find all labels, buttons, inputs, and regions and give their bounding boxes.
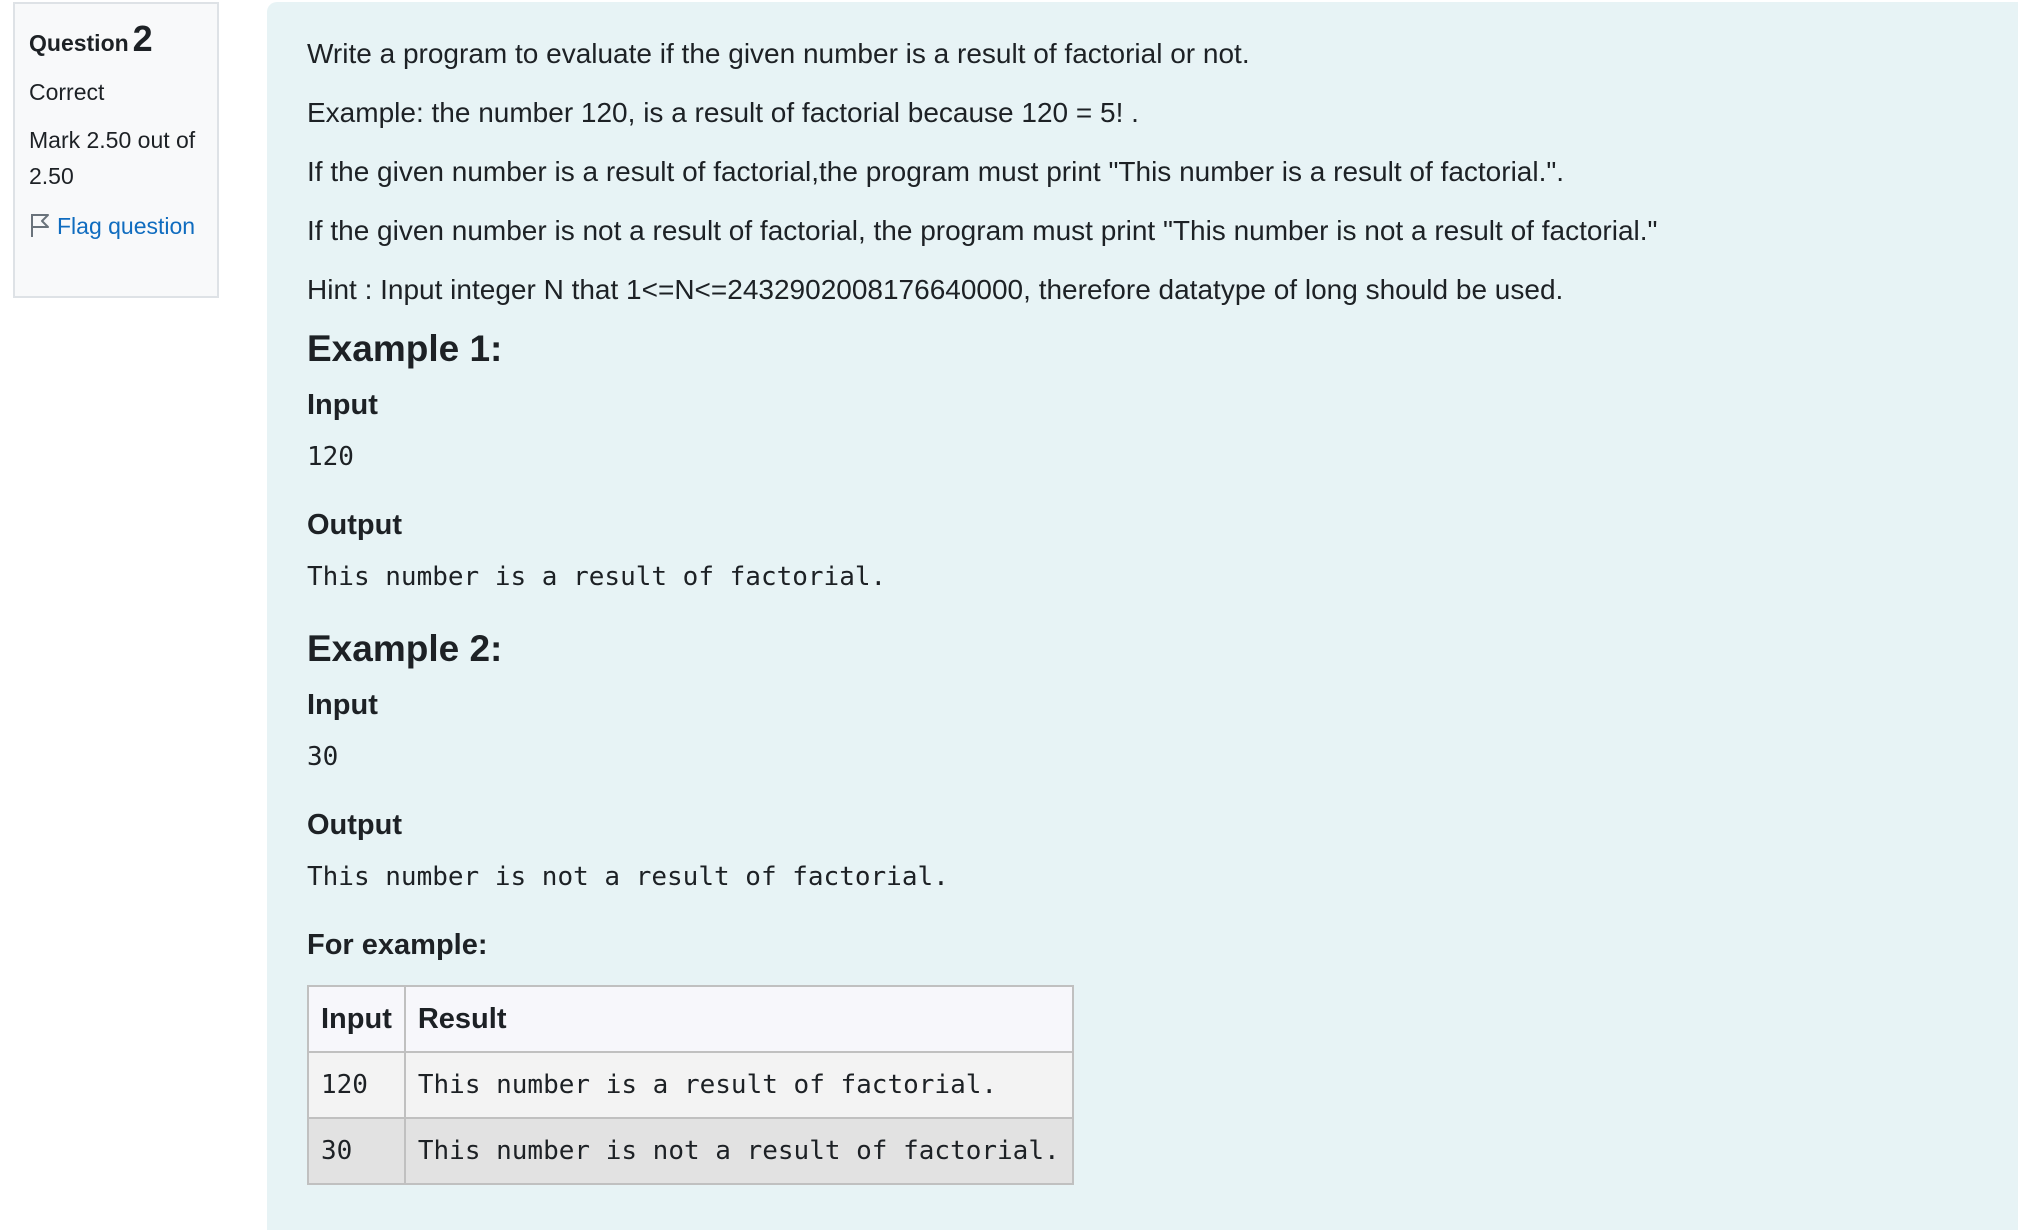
- for-example-label: For example:: [307, 929, 488, 961]
- examples-table: Input Result 120 This number is a result…: [307, 985, 1074, 1185]
- question-paragraph: If the given number is not a result of f…: [307, 215, 1658, 246]
- example-2-output-label: Output: [307, 809, 403, 841]
- example-2-title: Example 2:: [307, 628, 503, 669]
- question-grade: Mark 2.50 out of 2.50: [29, 127, 196, 189]
- question-label: Question: [29, 30, 129, 56]
- example-1-output-label: Output: [307, 509, 403, 541]
- question-info-panel: Question 2 Correct Mark 2.50 out of 2.50 …: [13, 2, 219, 298]
- example-1-title: Example 1:: [307, 328, 503, 369]
- question-text-area: Write a program to evaluate if the given…: [267, 2, 2018, 1230]
- table-cell-result: This number is a result of factorial.: [403, 1051, 1074, 1119]
- example-1-output-value: This number is a result of factorial.: [307, 562, 887, 592]
- question-number-heading: Question 2: [29, 18, 203, 64]
- table-row: 30 This number is not a result of factor…: [307, 1117, 1074, 1185]
- question-paragraph: Example: the number 120, is a result of …: [307, 97, 1139, 128]
- table-header-row: Input Result: [307, 985, 1074, 1053]
- example-2-output-value: This number is not a result of factorial…: [307, 862, 949, 892]
- table-cell-input: 30: [307, 1117, 406, 1185]
- example-2-input-label: Input: [307, 689, 378, 721]
- question-paragraph: If the given number is a result of facto…: [307, 156, 1565, 187]
- question-number: 2: [132, 18, 153, 59]
- flag-question-label: Flag question: [57, 213, 196, 239]
- table-cell-input: 120: [307, 1051, 406, 1119]
- example-1-input-label: Input: [307, 389, 378, 421]
- flag-question-link[interactable]: Flag question: [29, 208, 203, 244]
- question-state: Correct: [29, 79, 105, 105]
- table-header-result: Result: [403, 985, 1074, 1053]
- example-1-input-value: 120: [307, 442, 354, 472]
- table-cell-result: This number is not a result of factorial…: [403, 1117, 1074, 1185]
- question-paragraph: Hint : Input integer N that 1<=N<=243290…: [307, 274, 1564, 305]
- question-paragraph: Write a program to evaluate if the given…: [307, 38, 1250, 69]
- table-row: 120 This number is a result of factorial…: [307, 1051, 1074, 1119]
- example-2-input-value: 30: [307, 742, 339, 772]
- flag-icon: [31, 214, 49, 237]
- table-header-input: Input: [307, 985, 406, 1053]
